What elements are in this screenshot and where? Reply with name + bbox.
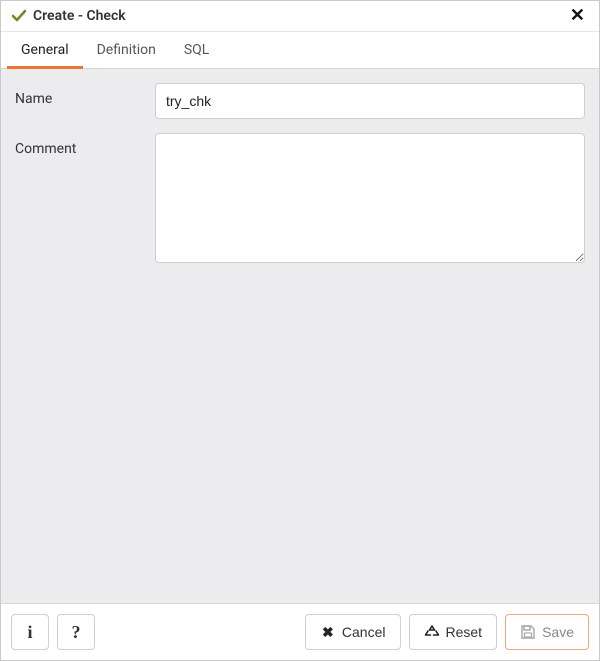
tab-bar: General Definition SQL bbox=[1, 32, 599, 69]
button-label: Cancel bbox=[342, 624, 386, 640]
tab-label: Definition bbox=[97, 42, 156, 58]
button-label: Save bbox=[542, 624, 574, 640]
comment-control bbox=[155, 133, 585, 267]
tab-label: General bbox=[21, 42, 69, 58]
titlebar: Create - Check ✕ bbox=[1, 1, 599, 32]
tab-sql[interactable]: SQL bbox=[170, 32, 223, 68]
tab-definition[interactable]: Definition bbox=[83, 32, 170, 68]
recycle-icon bbox=[424, 624, 440, 640]
name-label: Name bbox=[15, 83, 155, 107]
tab-label: SQL bbox=[184, 42, 209, 58]
name-control bbox=[155, 83, 585, 119]
dialog-footer: i ? ✖ Cancel Reset bbox=[1, 603, 599, 660]
help-icon: ? bbox=[72, 622, 81, 643]
dialog-body: Name Comment bbox=[1, 69, 599, 603]
comment-row: Comment bbox=[15, 133, 585, 267]
tab-general[interactable]: General bbox=[7, 32, 83, 68]
name-input[interactable] bbox=[155, 83, 585, 119]
comment-label: Comment bbox=[15, 133, 155, 157]
close-icon[interactable]: ✕ bbox=[566, 7, 589, 25]
reset-button[interactable]: Reset bbox=[409, 614, 498, 650]
button-label: Reset bbox=[446, 624, 483, 640]
info-button[interactable]: i bbox=[11, 614, 49, 650]
name-row: Name bbox=[15, 83, 585, 119]
help-button[interactable]: ? bbox=[57, 614, 95, 650]
save-icon bbox=[520, 624, 536, 640]
close-icon: ✖ bbox=[320, 624, 336, 640]
save-button[interactable]: Save bbox=[505, 614, 589, 650]
info-icon: i bbox=[27, 622, 32, 643]
comment-textarea[interactable] bbox=[155, 133, 585, 263]
dialog-title: Create - Check bbox=[33, 8, 566, 24]
create-check-dialog: Create - Check ✕ General Definition SQL … bbox=[0, 0, 600, 661]
check-icon bbox=[11, 8, 27, 24]
cancel-button[interactable]: ✖ Cancel bbox=[305, 614, 401, 650]
